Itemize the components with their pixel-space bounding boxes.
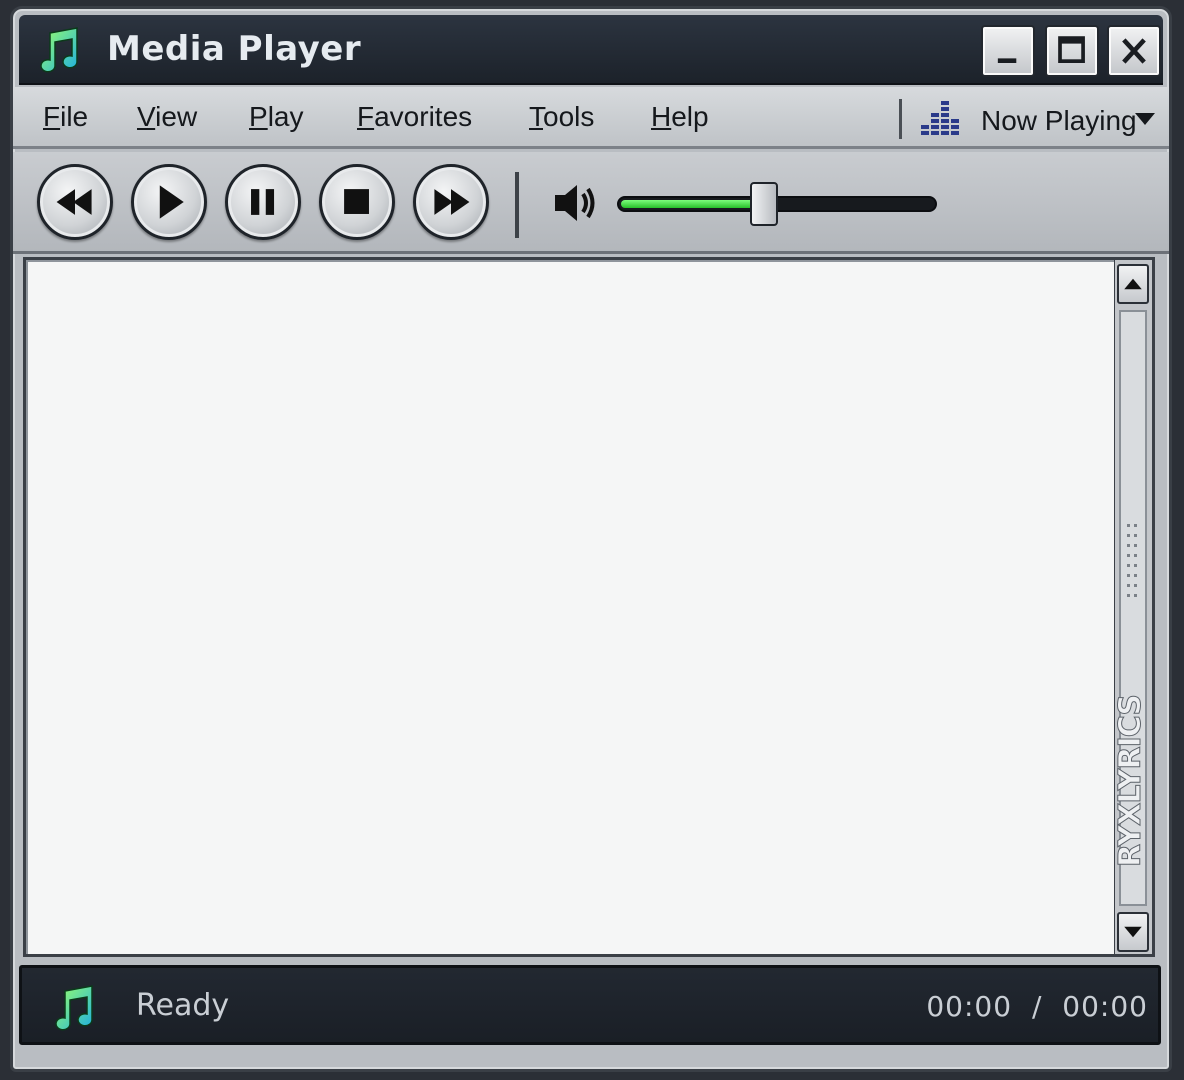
fast-forward-button[interactable] [413, 164, 489, 240]
title-bar[interactable]: Media Player [19, 15, 1163, 85]
maximize-icon [1058, 36, 1085, 63]
playlist-area[interactable] [23, 257, 1117, 957]
rewind-icon [56, 189, 92, 215]
pause-icon [251, 189, 275, 215]
transport-bar [13, 152, 1169, 254]
now-playing-menu[interactable]: Now Playing [981, 105, 1137, 137]
stop-button[interactable] [319, 164, 395, 240]
scroll-up-button[interactable] [1117, 264, 1149, 304]
menu-play[interactable]: Play [249, 101, 303, 133]
arrow-down-icon [1124, 926, 1142, 938]
menu-help[interactable]: Help [651, 101, 709, 133]
menu-tools[interactable]: Tools [529, 101, 594, 133]
scroll-down-button[interactable] [1117, 912, 1149, 952]
music-note-icon [55, 985, 93, 1031]
elapsed-time: 00:00 [926, 990, 1013, 1023]
menu-file[interactable]: File [43, 101, 88, 133]
status-bar: Ready 00:00 / 00:00 [19, 965, 1161, 1045]
close-icon [1122, 38, 1146, 64]
music-note-icon [40, 27, 78, 73]
fast-forward-icon [434, 189, 470, 215]
volume-slider-thumb[interactable] [750, 182, 778, 226]
rewind-button[interactable] [37, 164, 113, 240]
window-title: Media Player [107, 29, 362, 69]
play-icon [159, 185, 184, 219]
transport-separator [515, 172, 519, 238]
scrollbar-grip-icon[interactable] [1125, 522, 1141, 602]
maximize-button[interactable] [1045, 25, 1099, 77]
menu-bar: File View Play Favorites Tools Help Now … [13, 87, 1169, 149]
menu-favorites[interactable]: Favorites [357, 101, 472, 133]
stop-icon [344, 189, 369, 214]
media-player-window: Media Player File View Play Favorites To… [10, 6, 1172, 1072]
menu-view[interactable]: View [137, 101, 197, 133]
play-button[interactable] [131, 164, 207, 240]
minimize-icon [997, 58, 1017, 63]
watermark-text: RYXLYRICS [1113, 695, 1149, 868]
arrow-up-icon [1124, 278, 1142, 290]
status-text: Ready [136, 988, 230, 1023]
total-time: 00:00 [1062, 990, 1148, 1023]
time-display: 00:00 / 00:00 [926, 990, 1148, 1023]
time-separator: / [1031, 990, 1043, 1023]
menu-separator [899, 99, 902, 139]
equalizer-icon [921, 101, 959, 135]
pause-button[interactable] [225, 164, 301, 240]
close-button[interactable] [1107, 25, 1161, 77]
speaker-icon[interactable] [551, 180, 599, 226]
chevron-down-icon[interactable] [1135, 113, 1155, 127]
minimize-button[interactable] [981, 25, 1035, 77]
volume-fill [621, 200, 765, 208]
